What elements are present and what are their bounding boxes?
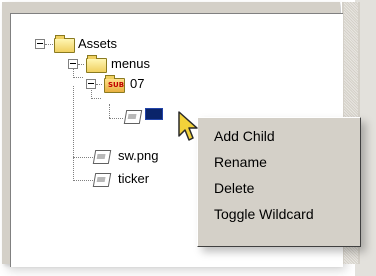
menu-item-add-child[interactable]: Add Child <box>214 127 275 145</box>
file-icon <box>123 110 143 124</box>
file-icon <box>92 150 112 164</box>
folder-icon <box>54 35 75 53</box>
tree-node-label[interactable]: sw.png <box>118 148 158 164</box>
tree-line <box>91 98 101 99</box>
tree-node-label[interactable]: Assets <box>78 36 117 52</box>
tree-line <box>109 104 110 118</box>
selected-node[interactable] <box>145 108 163 120</box>
sub-badge: SUB <box>108 81 125 89</box>
menu-item-toggle-wildcard[interactable]: Toggle Wildcard <box>214 205 314 223</box>
tree-line <box>96 84 102 85</box>
menu-item-delete[interactable]: Delete <box>214 179 254 197</box>
tree-node-label[interactable]: menus <box>111 56 150 72</box>
expander-assets[interactable] <box>35 39 45 49</box>
tree-line <box>78 64 84 65</box>
tree-line <box>45 44 53 45</box>
sub-folder-icon: SUB <box>104 75 125 93</box>
tree-line <box>109 118 123 119</box>
tree-line <box>73 77 83 78</box>
mouse-cursor-icon <box>178 111 198 141</box>
tree-node-label[interactable]: 07 <box>130 76 144 92</box>
expander-07[interactable] <box>86 79 96 89</box>
tree-line <box>73 180 93 181</box>
tree-line <box>73 157 93 158</box>
context-menu: Add Child Rename Delete Toggle Wildcard <box>197 117 361 247</box>
folder-icon <box>86 55 107 73</box>
menu-item-rename[interactable]: Rename <box>214 153 267 171</box>
file-icon <box>92 173 112 187</box>
tree-line <box>73 86 74 181</box>
expander-menus[interactable] <box>68 59 78 69</box>
tree-node-label[interactable]: ticker <box>118 171 149 187</box>
